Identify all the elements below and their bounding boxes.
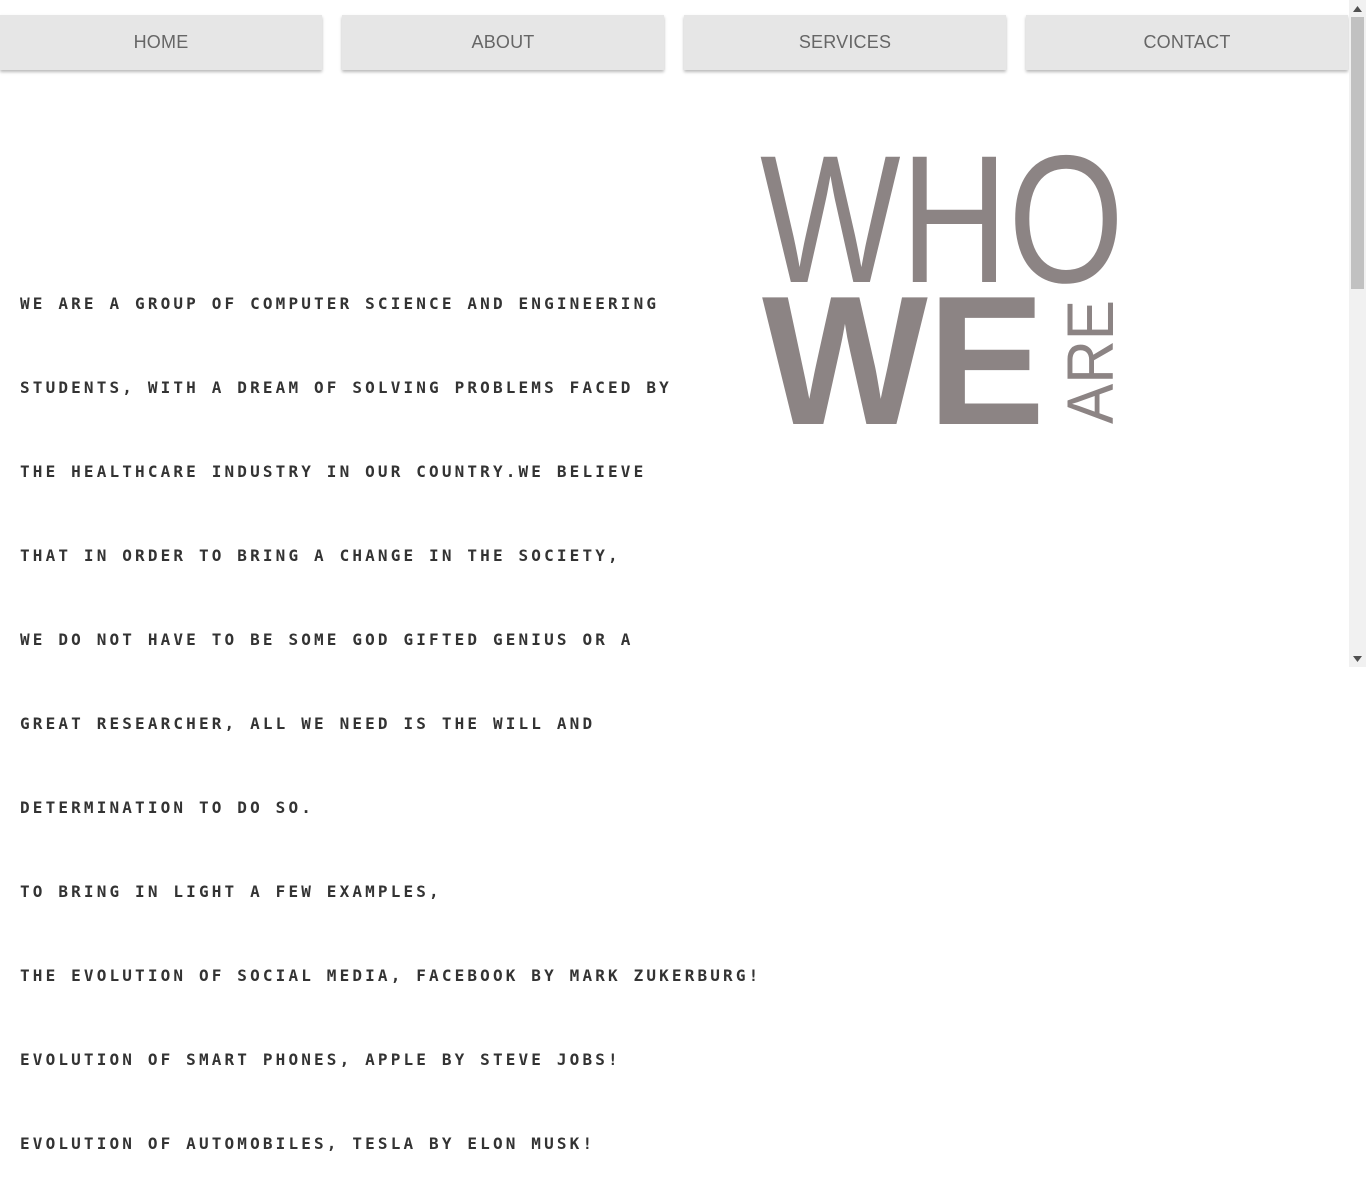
about-line: THE HEALTHCARE INDUSTRY IN OUR COUNTRY.W…: [20, 462, 647, 481]
about-line: EVOLUTION OF AUTOMOBILES, TESLA BY ELON …: [20, 1134, 596, 1153]
about-line: EVOLUTION OF SMART PHONES, APPLE BY STEV…: [20, 1050, 621, 1069]
top-navigation: HOME ABOUT SERVICES CONTACT: [0, 15, 1349, 71]
about-line: THAT IN ORDER TO BRING A CHANGE IN THE S…: [20, 546, 621, 565]
scrollbar-thumb[interactable]: [1351, 17, 1364, 289]
scroll-down-glyph: [1353, 655, 1362, 662]
about-line: WE DO NOT HAVE TO BE SOME GOD GIFTED GEN…: [20, 630, 634, 649]
who-text: WHO: [760, 117, 1124, 321]
about-paragraph: WE ARE A GROUP OF COMPUTER SCIENCE AND E…: [20, 234, 761, 1186]
vertical-scrollbar[interactable]: [1349, 0, 1366, 667]
scroll-up-glyph: [1353, 5, 1362, 12]
nav-contact-button[interactable]: CONTACT: [1026, 15, 1348, 70]
nav-services-button[interactable]: SERVICES: [684, 15, 1006, 70]
nav-about-button[interactable]: ABOUT: [342, 15, 664, 70]
we-text: WE: [762, 257, 1045, 463]
are-text: ARE: [1053, 300, 1127, 424]
scroll-down-arrow-icon[interactable]: [1349, 650, 1366, 667]
about-line: STUDENTS, WITH A DREAM OF SOLVING PROBLE…: [20, 378, 672, 397]
about-line: WE ARE A GROUP OF COMPUTER SCIENCE AND E…: [20, 294, 660, 313]
about-line: THE EVOLUTION OF SOCIAL MEDIA, FACEBOOK …: [20, 966, 762, 985]
about-line: TO BRING IN LIGHT A FEW EXAMPLES,: [20, 882, 442, 901]
nav-home-button[interactable]: HOME: [0, 15, 322, 70]
about-line: DETERMINATION TO DO SO.: [20, 798, 315, 817]
scroll-up-arrow-icon[interactable]: [1349, 0, 1366, 17]
about-line: GREAT RESEARCHER, ALL WE NEED IS THE WIL…: [20, 714, 596, 733]
